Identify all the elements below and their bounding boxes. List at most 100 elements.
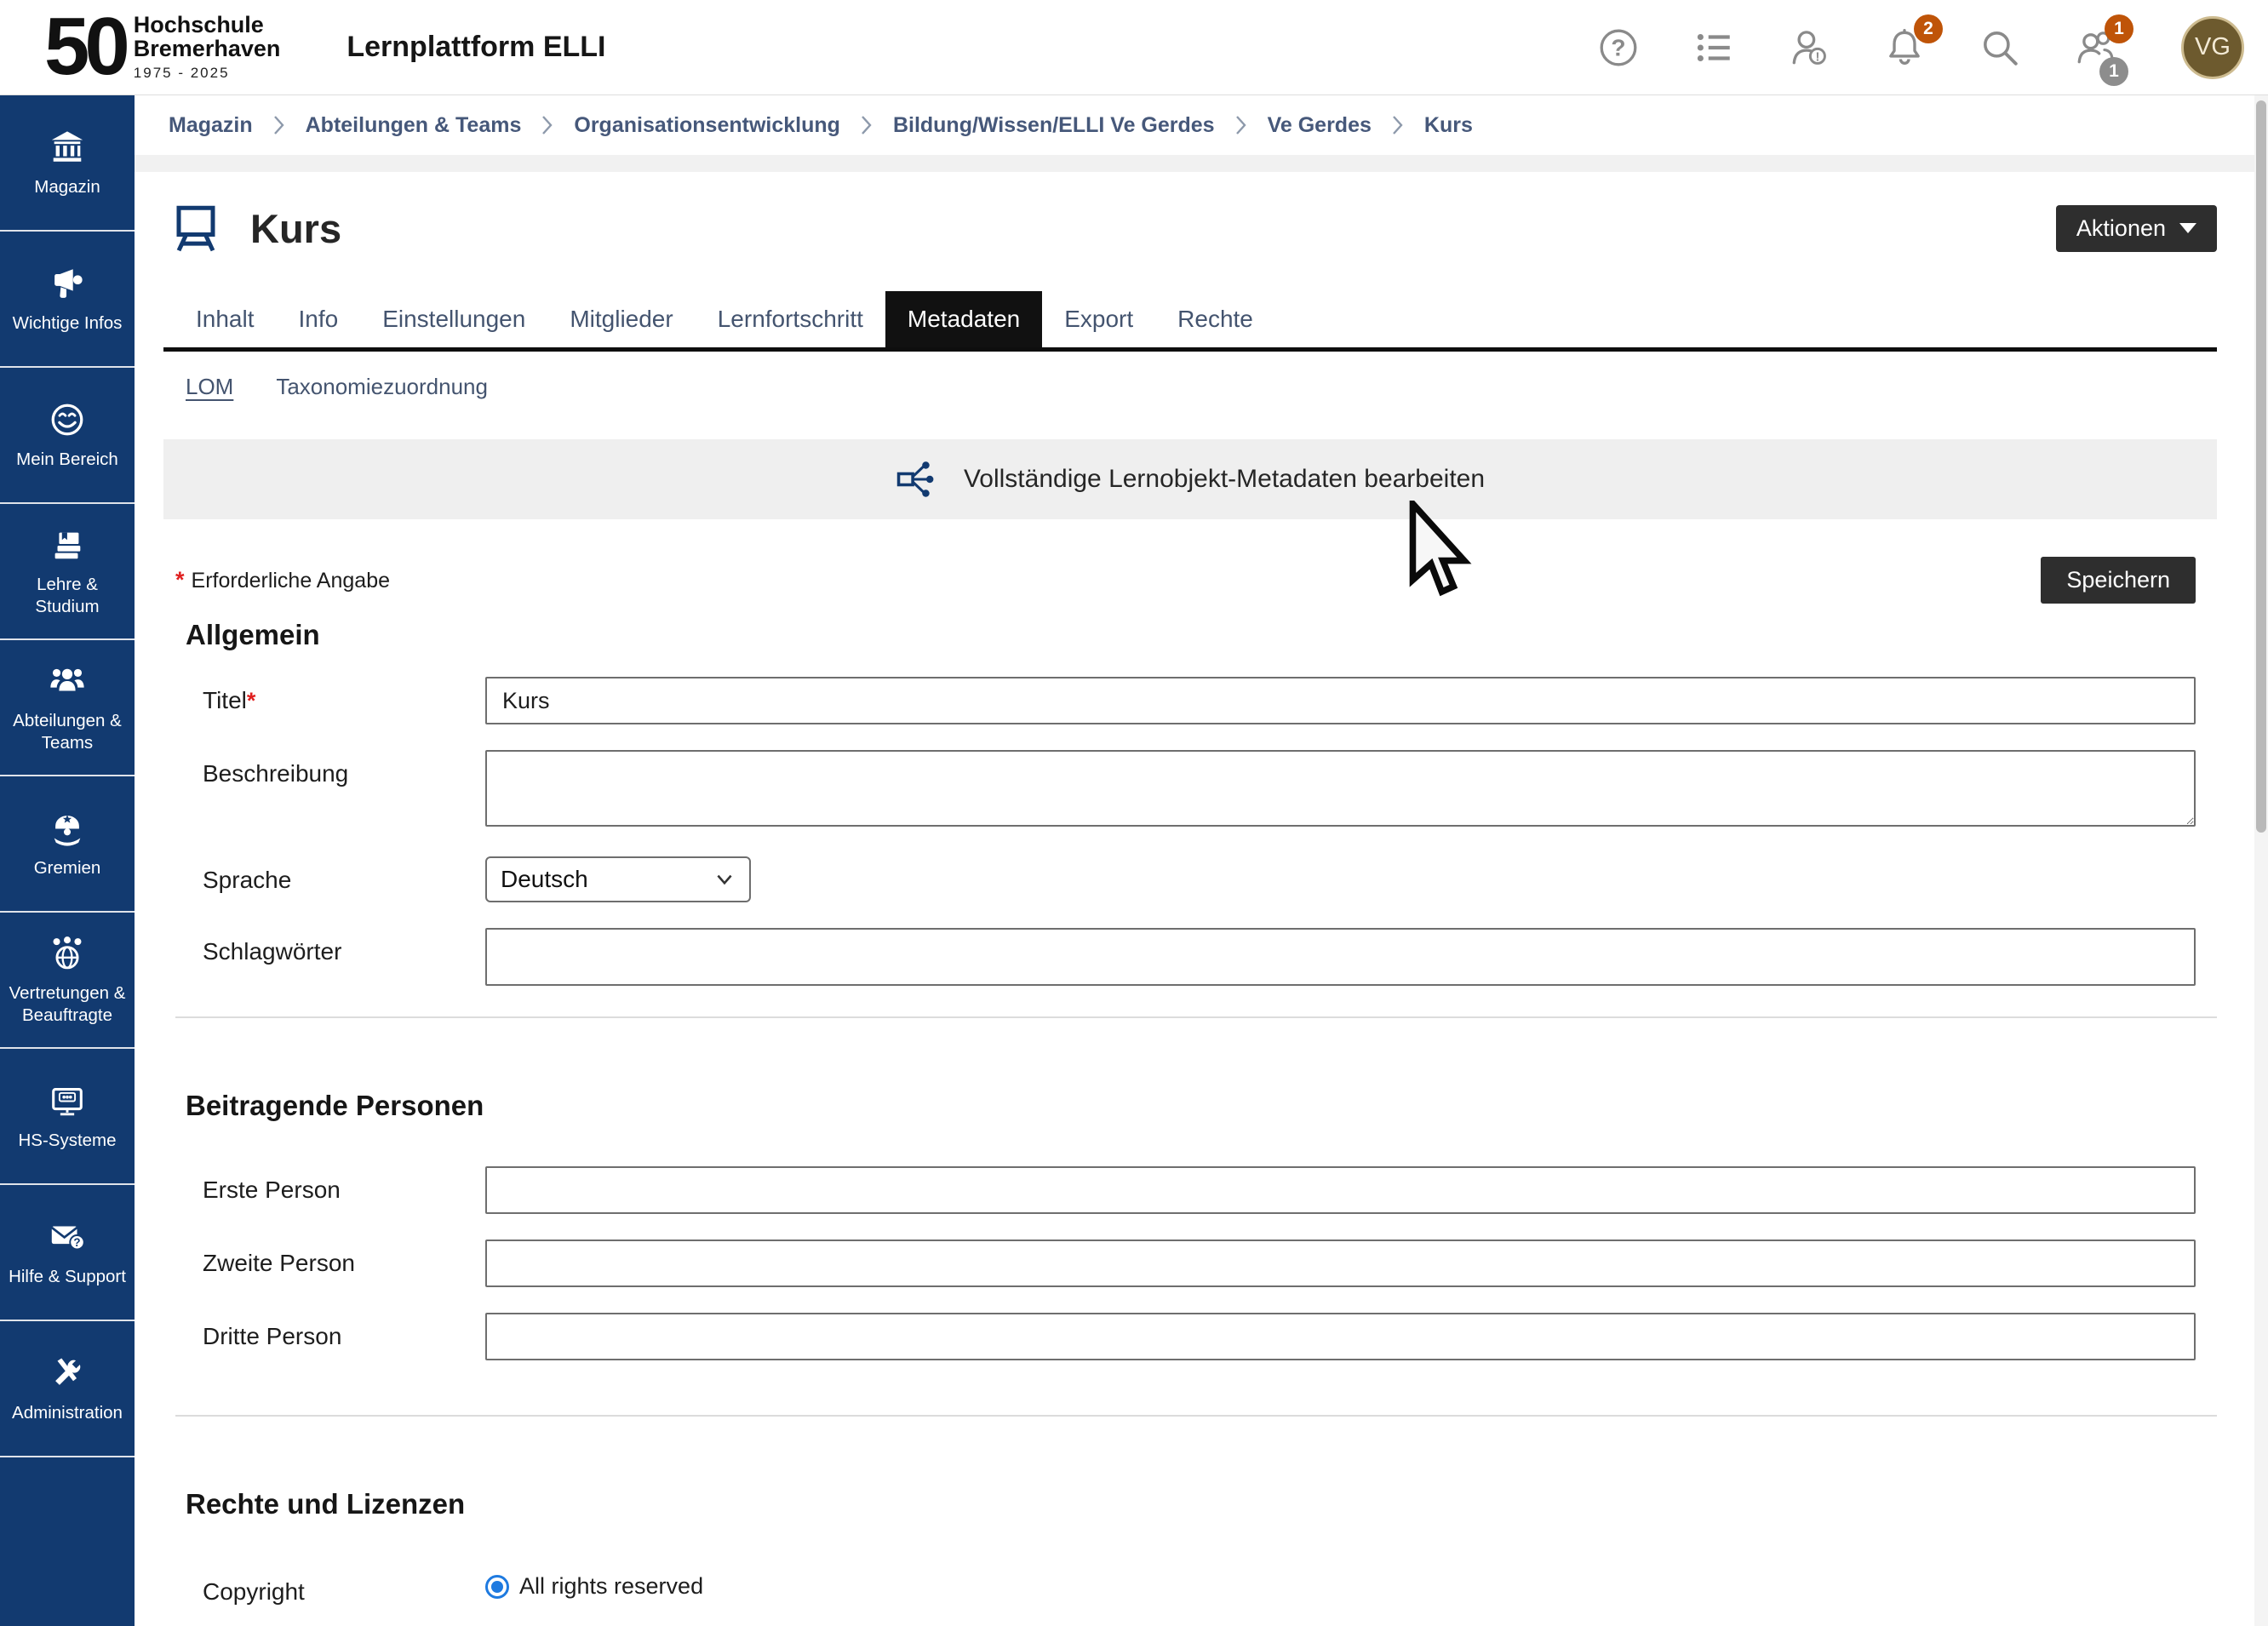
beschreibung-label: Beschreibung: [163, 750, 485, 787]
copyright-label: Copyright: [163, 1568, 485, 1606]
breadcrumb-item[interactable]: Ve Gerdes: [1268, 113, 1372, 138]
bank-icon: [48, 128, 87, 167]
smiley-icon: [48, 400, 87, 439]
committee-icon: [48, 809, 87, 848]
chevron-down-icon: [713, 868, 736, 890]
scrollbar-thumb[interactable]: [2256, 100, 2266, 833]
sidebar-filler: [0, 1457, 135, 1626]
sidebar-item-hilfe-support[interactable]: ? Hilfe & Support: [0, 1185, 135, 1321]
erste-person-input[interactable]: [485, 1166, 2196, 1214]
breadcrumb-divider-band: [135, 155, 2268, 172]
sidebar-item-gremien[interactable]: Gremien: [0, 776, 135, 913]
vertical-scrollbar[interactable]: [2254, 95, 2268, 1626]
section-divider: [175, 1016, 2217, 1018]
breadcrumb-item[interactable]: Magazin: [169, 113, 253, 138]
sidebar-item-lehre-studium[interactable]: Lehre & Studium: [0, 504, 135, 640]
list-menu-icon[interactable]: [1692, 26, 1735, 69]
page-title-row: Kurs Aktionen: [163, 203, 2217, 254]
sidebar-item-administration[interactable]: Administration: [0, 1321, 135, 1457]
form-row-titel: Titel*: [163, 677, 2217, 724]
breadcrumb-item[interactable]: Organisationsentwicklung: [574, 113, 840, 138]
form-row-sprache: Sprache Deutsch: [163, 856, 2217, 902]
form-row-beschreibung: Beschreibung: [163, 750, 2217, 831]
form-row-schlagwoerter: Schlagwörter: [163, 928, 2217, 986]
zweite-person-input[interactable]: [485, 1240, 2196, 1287]
app-window: 50 Hochschule Bremerhaven 1975 - 2025 Le…: [0, 0, 2268, 1626]
header-icon-bar: ? ! 2 1 1 VG: [1597, 16, 2244, 79]
globe-people-icon: [48, 934, 87, 973]
tab-metadaten[interactable]: Metadaten: [885, 291, 1042, 347]
form-row-copyright: Copyright All rights reserved: [163, 1568, 2217, 1606]
form-row-zweite-person: Zweite Person: [163, 1240, 2217, 1287]
copyright-radio-selected[interactable]: [485, 1575, 509, 1599]
monitor-icon: [48, 1081, 87, 1120]
breadcrumb: Magazin Abteilungen & Teams Organisation…: [135, 95, 2268, 155]
aktionen-label: Aktionen: [2076, 215, 2166, 242]
copyright-option-label: All rights reserved: [519, 1573, 703, 1600]
required-asterisk: *: [175, 567, 185, 593]
tab-inhalt[interactable]: Inhalt: [174, 291, 277, 347]
tab-lernfortschritt[interactable]: Lernfortschritt: [696, 291, 885, 347]
tab-bar: Inhalt Info Einstellungen Mitglieder Ler…: [163, 291, 2217, 352]
sidebar-label: Magazin: [34, 176, 100, 198]
svg-text:?: ?: [1611, 34, 1625, 60]
tab-einstellungen[interactable]: Einstellungen: [360, 291, 547, 347]
titel-input[interactable]: [485, 677, 2196, 724]
notifications-bell-icon[interactable]: 2: [1883, 26, 1926, 69]
sidebar-label: Gremien: [34, 857, 101, 879]
sidebar-item-wichtige-infos[interactable]: Wichtige Infos: [0, 232, 135, 368]
sidebar-label: Vertretungen & Beauftragte: [3, 982, 131, 1026]
sidebar-item-vertretungen-beauftragte[interactable]: Vertretungen & Beauftragte: [0, 913, 135, 1049]
breadcrumb-item[interactable]: Kurs: [1424, 113, 1473, 138]
main-content: Magazin Abteilungen & Teams Organisation…: [135, 95, 2268, 1626]
course-icon: [170, 203, 221, 254]
titel-required-asterisk: *: [247, 688, 256, 713]
chevron-right-icon: [1235, 115, 1247, 135]
sidebar-item-hs-systeme[interactable]: HS-Systeme: [0, 1049, 135, 1185]
svg-text:!: !: [1815, 50, 1819, 64]
beschreibung-textarea[interactable]: [485, 750, 2196, 827]
university-logo[interactable]: 50 Hochschule Bremerhaven 1975 - 2025: [44, 10, 280, 83]
caret-down-icon: [2179, 223, 2196, 233]
user-alert-icon[interactable]: !: [1788, 26, 1830, 69]
section-title-allgemein: Allgemein: [186, 619, 2217, 651]
contacts-icon[interactable]: 1 1: [2074, 26, 2116, 69]
tab-info[interactable]: Info: [277, 291, 361, 347]
chevron-right-icon: [273, 115, 285, 135]
tab-mitglieder[interactable]: Mitglieder: [547, 291, 695, 347]
speichern-button[interactable]: Speichern: [2041, 557, 2196, 604]
subtab-taxonomiezuordnung[interactable]: Taxonomiezuordnung: [276, 374, 488, 400]
contacts-badge-bottom: 1: [2099, 57, 2128, 86]
sidebar-label: Wichtige Infos: [13, 312, 123, 335]
schlagwoerter-input[interactable]: [485, 928, 2196, 986]
notifications-badge: 2: [1914, 14, 1943, 43]
tab-rechte[interactable]: Rechte: [1155, 291, 1275, 347]
breadcrumb-item[interactable]: Abteilungen & Teams: [306, 113, 522, 138]
titel-label-text: Titel: [203, 687, 247, 713]
required-hint: * Erforderliche Angabe: [175, 567, 390, 593]
sidebar-item-mein-bereich[interactable]: Mein Bereich: [0, 368, 135, 504]
breadcrumb-item[interactable]: Bildung/Wissen/ELLI Ve Gerdes: [893, 113, 1215, 138]
tab-export[interactable]: Export: [1042, 291, 1155, 347]
avatar[interactable]: VG: [2181, 16, 2244, 79]
search-icon[interactable]: [1979, 26, 2021, 69]
logo-years: 1975 - 2025: [134, 65, 281, 82]
help-icon[interactable]: ?: [1597, 26, 1640, 69]
sidebar-item-magazin[interactable]: Magazin: [0, 95, 135, 232]
sprache-select[interactable]: Deutsch: [485, 856, 751, 902]
logo-text: Hochschule Bremerhaven 1975 - 2025: [134, 13, 281, 82]
subtab-bar: LOM Taxonomiezuordnung: [163, 374, 2217, 400]
logo-50: 50: [44, 10, 125, 83]
aktionen-button[interactable]: Aktionen: [2056, 205, 2217, 252]
dritte-person-input[interactable]: [485, 1313, 2196, 1360]
edit-full-metadata-banner[interactable]: Vollständige Lernobjekt-Metadaten bearbe…: [163, 439, 2217, 519]
share-nodes-icon: [896, 457, 940, 501]
chevron-right-icon: [541, 115, 553, 135]
sidebar-item-abteilungen-teams[interactable]: Abteilungen & Teams: [0, 640, 135, 776]
top-header: 50 Hochschule Bremerhaven 1975 - 2025 Le…: [0, 0, 2268, 95]
page-title: Kurs: [250, 205, 341, 252]
mail-help-icon: ?: [48, 1217, 87, 1257]
main-sidebar: Magazin Wichtige Infos Mein Bereich Lehr…: [0, 95, 135, 1626]
subtab-lom[interactable]: LOM: [186, 374, 233, 400]
tools-icon: [48, 1354, 87, 1393]
